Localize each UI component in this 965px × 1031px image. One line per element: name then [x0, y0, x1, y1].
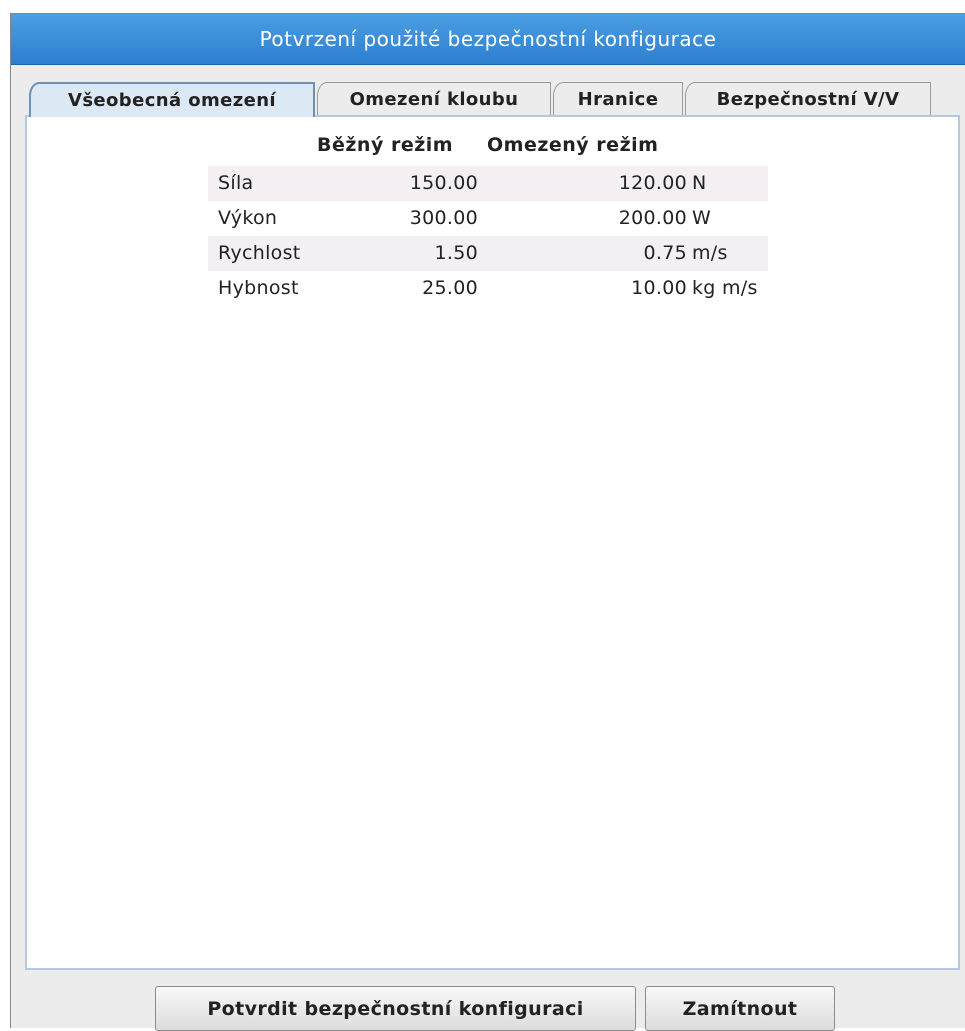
- header-normal-mode: Běžný režim: [317, 134, 454, 156]
- reduced-value: 0.75: [643, 242, 687, 264]
- tab-joint-limits[interactable]: Omezení kloubu: [317, 82, 551, 115]
- reduced-value: 10.00: [631, 277, 687, 299]
- row-label: Síla: [218, 172, 254, 194]
- normal-value: 1.50: [434, 242, 478, 264]
- tab-boundaries[interactable]: Hranice: [553, 82, 683, 115]
- unit-label: kg m/s: [692, 277, 758, 299]
- normal-value: 25.00: [422, 277, 478, 299]
- reduced-value: 200.00: [618, 207, 687, 229]
- tab-general-limits[interactable]: Všeobecná omezení: [29, 82, 315, 117]
- unit-label: m/s: [692, 242, 728, 264]
- tab-safety-io[interactable]: Bezpečnostní V/V: [685, 82, 931, 115]
- confirm-safety-configuration-button[interactable]: Potvrdit bezpečnostní konfiguraci: [155, 986, 636, 1031]
- row-label: Hybnost: [218, 277, 299, 299]
- reject-button[interactable]: Zamítnout: [645, 986, 835, 1031]
- table-row-force: Síla 150.00 120.00 N: [208, 166, 768, 201]
- reduced-value: 120.00: [618, 172, 687, 194]
- unit-label: W: [692, 207, 712, 229]
- table-row-momentum: Hybnost 25.00 10.00 kg m/s: [208, 271, 768, 306]
- table-header: Běžný režim Omezený režim: [208, 126, 768, 166]
- header-reduced-mode: Omezený režim: [487, 134, 659, 156]
- table-row-power: Výkon 300.00 200.00 W: [208, 201, 768, 236]
- table-row-speed: Rychlost 1.50 0.75 m/s: [208, 236, 768, 271]
- normal-value: 300.00: [409, 207, 478, 229]
- row-label: Výkon: [218, 207, 278, 229]
- row-label: Rychlost: [218, 242, 301, 264]
- safety-confirmation-dialog: Potvrzení použité bezpečnostní konfigura…: [10, 13, 965, 1031]
- dialog-title: Potvrzení použité bezpečnostní konfigura…: [11, 14, 965, 65]
- normal-value: 150.00: [409, 172, 478, 194]
- unit-label: N: [692, 172, 707, 194]
- limits-table: Běžný režim Omezený režim Síla 150.00 12…: [208, 126, 768, 306]
